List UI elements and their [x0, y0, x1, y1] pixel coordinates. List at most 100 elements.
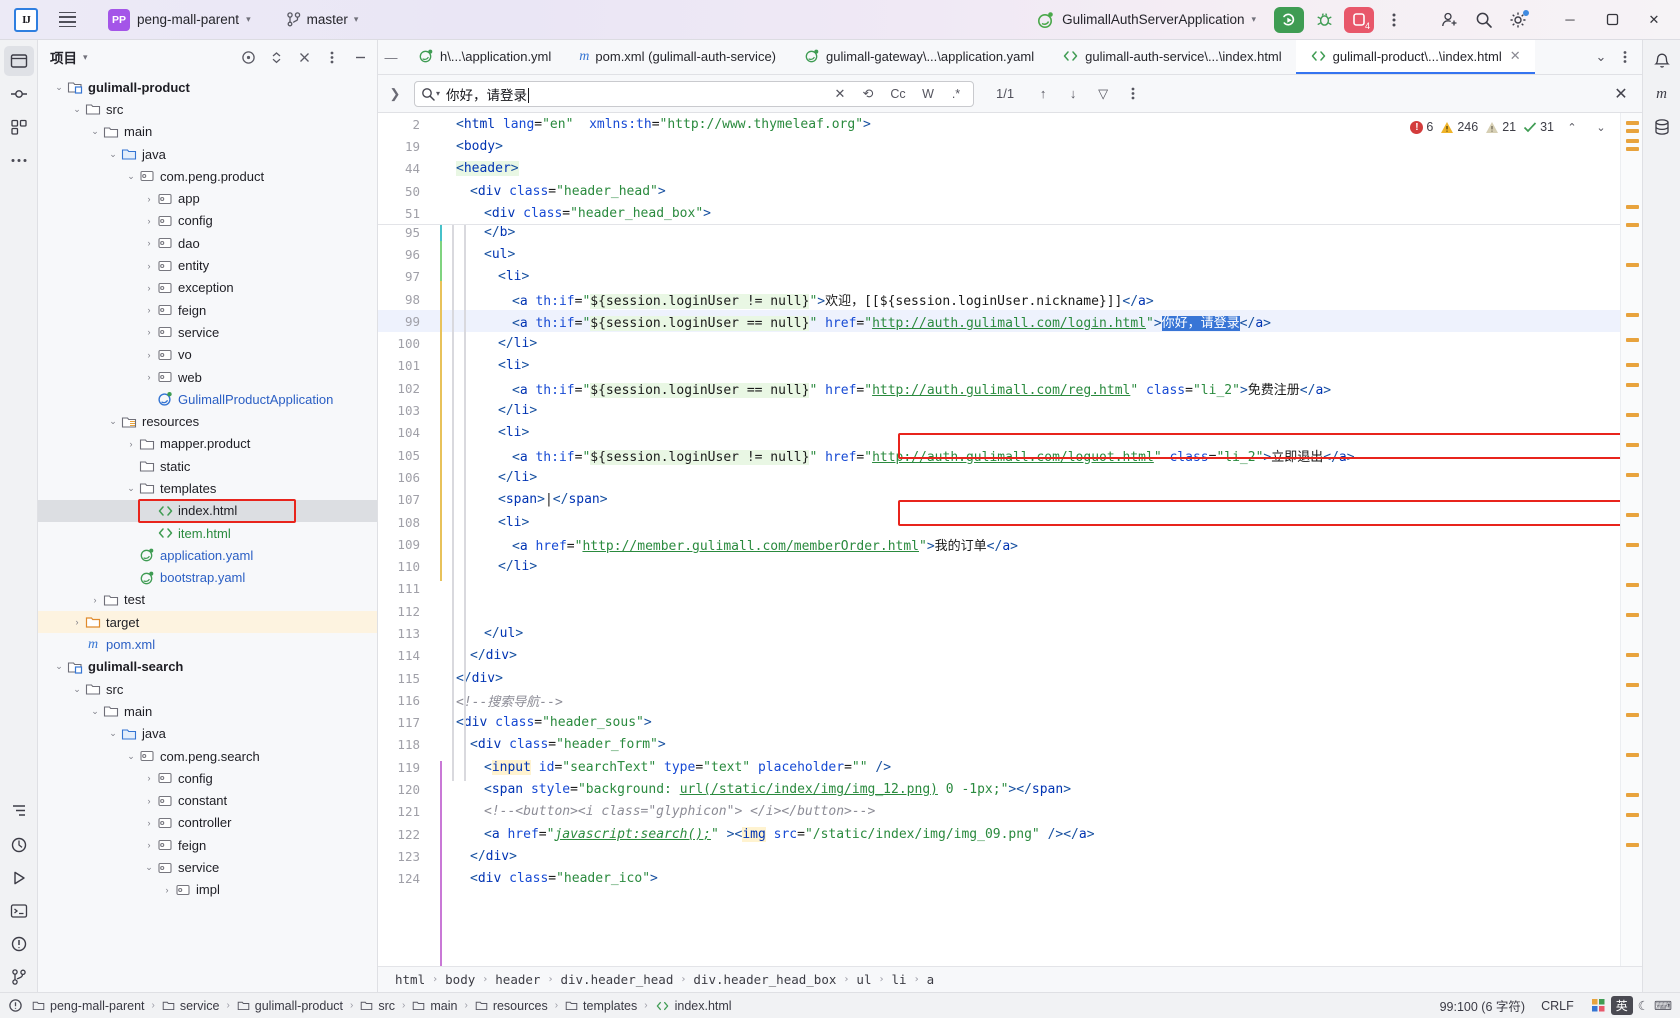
code-line-51[interactable]: 51 <div class="header_head_box">: [378, 202, 1620, 224]
chevron-down-icon[interactable]: ⌄: [142, 862, 156, 873]
breadcrumb-item-header[interactable]: header: [492, 971, 543, 988]
chevron-down-icon[interactable]: ⌄: [52, 82, 66, 93]
editor-tab-3[interactable]: gulimall-auth-service\...\index.html: [1048, 40, 1296, 74]
caret-position[interactable]: 99:100 (6 字符): [1435, 995, 1530, 1016]
ime-keyboard-icon[interactable]: ⌨: [1654, 998, 1672, 1013]
tree-node-service[interactable]: ⌄ service: [38, 856, 377, 878]
maximize-window-button[interactable]: [1594, 5, 1630, 35]
tool-structure-tree-icon[interactable]: [4, 797, 34, 827]
tree-node-test[interactable]: › test: [38, 589, 377, 611]
chevron-right-icon[interactable]: ›: [160, 885, 174, 895]
tree-node-java[interactable]: ⌄ java: [38, 723, 377, 745]
error-stripe-mark-3[interactable]: [1626, 147, 1639, 151]
tree-node-main[interactable]: ⌄ main: [38, 121, 377, 143]
tree-node-feign[interactable]: › feign: [38, 834, 377, 856]
breadcrumb-item-div-header-head-box[interactable]: div.header_head_box: [690, 971, 839, 988]
breadcrumb-item-html[interactable]: html: [392, 971, 428, 988]
error-stripe-mark-13[interactable]: [1626, 473, 1639, 477]
error-stripe-mark-2[interactable]: [1626, 139, 1639, 143]
tree-node-dao[interactable]: › dao: [38, 232, 377, 254]
close-tab-icon[interactable]: ✕: [1510, 48, 1521, 64]
editor-tabs[interactable]: — h\...\application.yml m pom.xml (gulimall…: [378, 40, 1642, 75]
match-case-option[interactable]: Cc: [885, 83, 911, 105]
error-count[interactable]: ! 6: [1410, 120, 1433, 134]
chevron-down-icon[interactable]: ⌄: [124, 483, 138, 494]
tree-node-impl[interactable]: › impl: [38, 879, 377, 901]
code-line-114[interactable]: 114 </div>: [378, 645, 1620, 667]
more-actions-icon[interactable]: [1380, 7, 1408, 33]
chevron-right-icon[interactable]: ›: [124, 439, 138, 449]
error-stripe-mark-21[interactable]: [1626, 753, 1639, 757]
chevron-right-icon[interactable]: ›: [142, 796, 156, 806]
error-stripe-mark-4[interactable]: [1626, 205, 1639, 209]
code-line-107[interactable]: 107 <span>|</span>: [378, 489, 1620, 511]
main-menu-icon[interactable]: [52, 7, 82, 33]
tool-structure-icon[interactable]: [4, 112, 34, 142]
project-selector[interactable]: PP peng-mall-parent ▾: [100, 6, 259, 34]
vcs-branch-selector[interactable]: master ▾: [279, 9, 367, 30]
tool-more-icon[interactable]: [4, 145, 34, 175]
breadcrumb-item-ul[interactable]: ul: [853, 971, 874, 988]
status-breadcrumb-resources[interactable]: resources: [472, 998, 551, 1014]
tree-node-target[interactable]: › target: [38, 611, 377, 634]
code-line-102[interactable]: 102 <a th:if="${session.loginUser == null…: [378, 377, 1620, 399]
chevron-right-icon[interactable]: ›: [142, 773, 156, 783]
settings-icon[interactable]: [1504, 7, 1532, 33]
code-line-96[interactable]: 96 <ul>: [378, 243, 1620, 265]
ime-moon-icon[interactable]: ☾: [1638, 998, 1649, 1013]
code-line-110[interactable]: 110 </li>: [378, 555, 1620, 577]
code-line-112[interactable]: 112: [378, 600, 1620, 622]
status-breadcrumb-gulimall-product[interactable]: gulimall-product: [234, 998, 346, 1014]
code-line-97[interactable]: 97 <li>: [378, 266, 1620, 288]
code-line-121[interactable]: 121 <!--<button><i class="glyphicon"> </i…: [378, 801, 1620, 823]
hide-panel-icon[interactable]: [349, 46, 371, 68]
panel-options-icon[interactable]: [321, 46, 343, 68]
tree-node-pom-xml[interactable]: m pom.xml: [38, 633, 377, 655]
tree-node-web[interactable]: › web: [38, 366, 377, 388]
error-stripe-mark-18[interactable]: [1626, 653, 1639, 657]
error-stripe-mark-7[interactable]: [1626, 313, 1639, 317]
chevron-down-icon[interactable]: ⌄: [106, 416, 120, 427]
status-breadcrumb-src[interactable]: src: [357, 998, 398, 1014]
tree-node-feign[interactable]: › feign: [38, 299, 377, 321]
tree-node-gulimallproductapplication[interactable]: GulimallProductApplication: [38, 388, 377, 410]
inspection-widget[interactable]: ! 6 246 21 31 ⌃ ⌄: [1410, 113, 1620, 141]
tree-node-config[interactable]: › config: [38, 767, 377, 789]
find-more-options-icon[interactable]: [1122, 83, 1144, 105]
breadcrumb-item-body[interactable]: body: [442, 971, 478, 988]
inspection-next-icon[interactable]: ⌄: [1590, 116, 1612, 138]
collapse-tabs-icon[interactable]: —: [378, 40, 404, 74]
select-opened-file-icon[interactable]: [237, 46, 259, 68]
project-file-tree[interactable]: ⌄ gulimall-product ⌄ src ⌄ main ⌄ java ⌄ com.peng…: [38, 74, 377, 992]
editor-tab-2[interactable]: gulimall-gateway\...\application.yaml: [790, 40, 1048, 74]
chevron-right-icon[interactable]: ›: [142, 305, 156, 315]
code-line-100[interactable]: 100 </li>: [378, 332, 1620, 354]
chevron-down-icon[interactable]: ⌄: [106, 728, 120, 739]
chevron-right-icon[interactable]: ›: [142, 194, 156, 204]
breadcrumb-item-li[interactable]: li: [889, 971, 910, 988]
error-stripe-mark-9[interactable]: [1626, 363, 1639, 367]
error-stripe-mark-11[interactable]: [1626, 413, 1639, 417]
tree-node-controller[interactable]: › controller: [38, 812, 377, 834]
ime-language-indicator[interactable]: 英: [1610, 996, 1633, 1015]
chevron-right-icon[interactable]: ›: [142, 216, 156, 226]
chevron-right-icon[interactable]: ›: [142, 283, 156, 293]
error-stripe-mark-20[interactable]: [1626, 713, 1639, 717]
tree-node-gulimall-product[interactable]: ⌄ gulimall-product: [38, 76, 377, 98]
tree-node-config[interactable]: › config: [38, 210, 377, 232]
tree-node-constant[interactable]: › constant: [38, 790, 377, 812]
regex-history-icon[interactable]: ⟲: [857, 83, 879, 105]
inspection-ok-count[interactable]: 31: [1523, 120, 1554, 134]
chevron-down-icon[interactable]: ⌄: [124, 751, 138, 762]
error-stripe-mark-6[interactable]: [1626, 263, 1639, 267]
tree-node-src[interactable]: ⌄ src: [38, 678, 377, 700]
stop-services-button[interactable]: 4: [1344, 6, 1374, 33]
error-stripe-mark-24[interactable]: [1626, 843, 1639, 847]
status-breadcrumb-index-html[interactable]: index.html: [652, 998, 735, 1014]
tree-node-application-yaml[interactable]: application.yaml: [38, 544, 377, 566]
error-stripe-mark-16[interactable]: [1626, 583, 1639, 587]
error-stripe-mark-8[interactable]: [1626, 338, 1639, 342]
search-icon[interactable]: [1470, 7, 1498, 33]
tree-node-bootstrap-yaml[interactable]: bootstrap.yaml: [38, 567, 377, 589]
chevron-down-icon[interactable]: ⌄: [52, 661, 66, 672]
